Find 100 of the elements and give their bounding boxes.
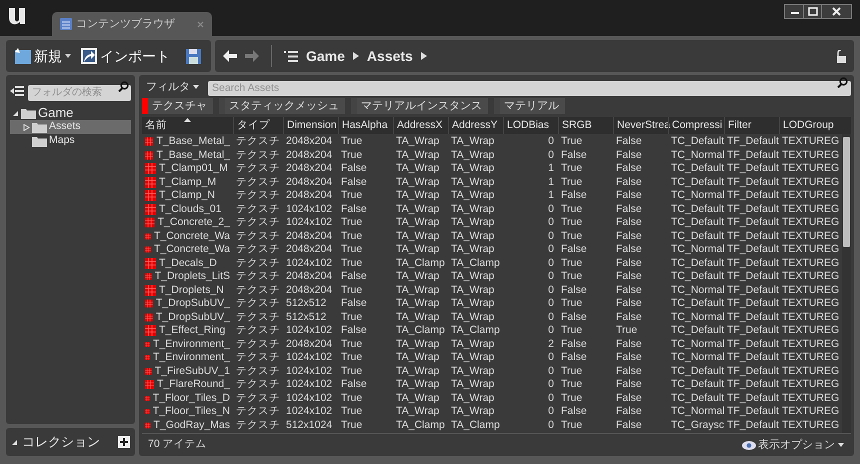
texture-icon <box>145 312 153 323</box>
table-cell: TEXTUREG <box>782 378 840 392</box>
table-cell: TA_Wrap <box>396 202 440 216</box>
path-crumb[interactable]: Assets <box>366 46 413 66</box>
filter-button[interactable]: フィルタ <box>142 78 204 96</box>
expanded-arrow-icon[interactable] <box>12 110 19 116</box>
scrollbar-thumb[interactable] <box>843 137 850 247</box>
table-cell: True <box>616 324 638 338</box>
table-cell: 0 <box>548 351 554 364</box>
table-cell: TA_Clamp <box>451 324 500 338</box>
table-cell: 0 <box>548 297 554 310</box>
table-cell: テクスチ <box>236 297 280 310</box>
column-header[interactable]: NeverStrea <box>613 117 668 134</box>
table-cell: T_Clamp01_M <box>159 162 228 176</box>
search-field[interactable]: フォルダの検索 <box>28 84 131 100</box>
column-header[interactable]: Filter <box>724 117 779 134</box>
table-cell: TEXTUREG <box>782 162 840 176</box>
path-crumb[interactable]: Game <box>306 46 345 66</box>
table-cell: TC_Default <box>671 162 724 176</box>
maximize-button[interactable] <box>803 5 821 18</box>
new-button[interactable]: 新規 <box>14 46 72 66</box>
minimize-button[interactable] <box>785 5 803 18</box>
table-cell: False <box>616 202 642 216</box>
table-cell: TA_Wrap <box>396 135 440 148</box>
table-cell: False <box>616 256 642 270</box>
table-cell: TA_Wrap <box>396 392 440 405</box>
table-cell: TA_Wrap <box>451 243 494 256</box>
filter-chip[interactable]: スタティックメッシュ <box>219 98 345 114</box>
table-cell: テクスチ <box>236 364 280 378</box>
table-cell: TA_Wrap <box>451 284 494 297</box>
table-cell: 1024x102 <box>286 392 332 405</box>
filter-chip[interactable]: テクスチャ <box>142 98 213 114</box>
table-cell: 0 <box>548 405 554 418</box>
filter-chip[interactable]: マテリアル <box>494 98 565 114</box>
table-cell: TEXTUREG <box>782 135 840 148</box>
table-cell: T_Droplets_LitS <box>154 270 230 284</box>
table-cell: T_GodRay_Mas <box>154 418 230 432</box>
column-header[interactable]: LODBias <box>503 117 558 134</box>
column-header[interactable]: AddressX <box>393 117 448 134</box>
save-button[interactable] <box>185 47 203 65</box>
document-tab[interactable]: コンテンツブラウザ <box>52 12 212 36</box>
table-cell: False <box>561 405 587 418</box>
column-header[interactable]: Compressi <box>668 117 724 134</box>
table-cell: TA_Wrap <box>451 216 494 230</box>
import-button[interactable]: インポート <box>80 46 170 66</box>
table-cell: True <box>561 418 582 432</box>
table-cell: TA_Wrap <box>451 405 494 418</box>
table-cell: 2048x204 <box>286 135 332 148</box>
table-cell: T_Base_Metal_ <box>156 148 230 162</box>
folder-tree-item[interactable]: Maps <box>10 134 131 148</box>
column-header[interactable]: HasAlpha <box>338 117 393 134</box>
table-cell: TC_Default <box>671 135 724 148</box>
table-cell: テクスチ <box>236 216 280 230</box>
collapsed-arrow-icon[interactable] <box>23 124 30 130</box>
table-cell: TC_Default <box>671 297 724 310</box>
table-cell: True <box>561 135 582 148</box>
table-cell: 2 <box>548 338 554 351</box>
forward-button[interactable] <box>245 50 259 62</box>
back-button[interactable] <box>223 50 237 62</box>
texture-icon <box>145 136 154 148</box>
close-button[interactable] <box>821 5 851 18</box>
add-button[interactable] <box>118 436 130 448</box>
folder-tree-item[interactable]: Game <box>10 106 131 120</box>
table-cell: 1024x102 <box>286 364 332 378</box>
column-header[interactable]: Dimension <box>283 117 338 134</box>
table-cell: False <box>616 364 642 378</box>
table-cell: TA_Wrap <box>451 297 494 310</box>
table-cell: TA_Wrap <box>396 310 440 324</box>
table-cell: True <box>341 148 362 162</box>
folder-icon <box>32 122 47 132</box>
filter-chip[interactable]: マテリアルインスタンス <box>351 98 488 114</box>
texture-icon <box>145 420 151 431</box>
table-cell: T_FireSubUV_1 <box>154 364 230 378</box>
table-cell: テクスチ <box>236 378 280 392</box>
table-cell: TA_Wrap <box>451 310 494 324</box>
table-cell: TC_Default <box>671 392 724 405</box>
table-cell: テクスチ <box>236 284 280 297</box>
view-options-button[interactable]: 表示オプション <box>742 436 845 454</box>
column-header[interactable]: AddressY <box>448 117 503 134</box>
table-cell: True <box>561 364 582 378</box>
column-header[interactable]: LODGroup <box>779 117 835 134</box>
folder-tree-item[interactable]: Assets <box>10 120 131 134</box>
table-cell: TEXTUREG <box>782 270 840 284</box>
table-cell: 1024x102 <box>286 351 332 364</box>
table-cell: True <box>561 216 582 230</box>
table-cell: TA_Wrap <box>451 135 494 148</box>
table-cell: T_Clouds_01 <box>159 202 222 216</box>
table-cell: TA_Wrap <box>396 364 440 378</box>
texture-icon <box>145 271 152 282</box>
table-cell: TA_Wrap <box>451 148 494 162</box>
column-header[interactable]: 名前 <box>142 117 233 134</box>
table-cell: True <box>341 284 362 297</box>
column-header[interactable]: タイプ <box>233 117 283 134</box>
search-field[interactable]: Search Assets <box>208 81 851 96</box>
table-cell: True <box>341 405 362 418</box>
table-cell: False <box>616 189 642 202</box>
table-cell: True <box>561 270 582 284</box>
table-cell: 0 <box>548 324 554 338</box>
column-header[interactable]: SRGB <box>558 117 613 134</box>
collections-header[interactable]: コレクション <box>6 428 135 456</box>
